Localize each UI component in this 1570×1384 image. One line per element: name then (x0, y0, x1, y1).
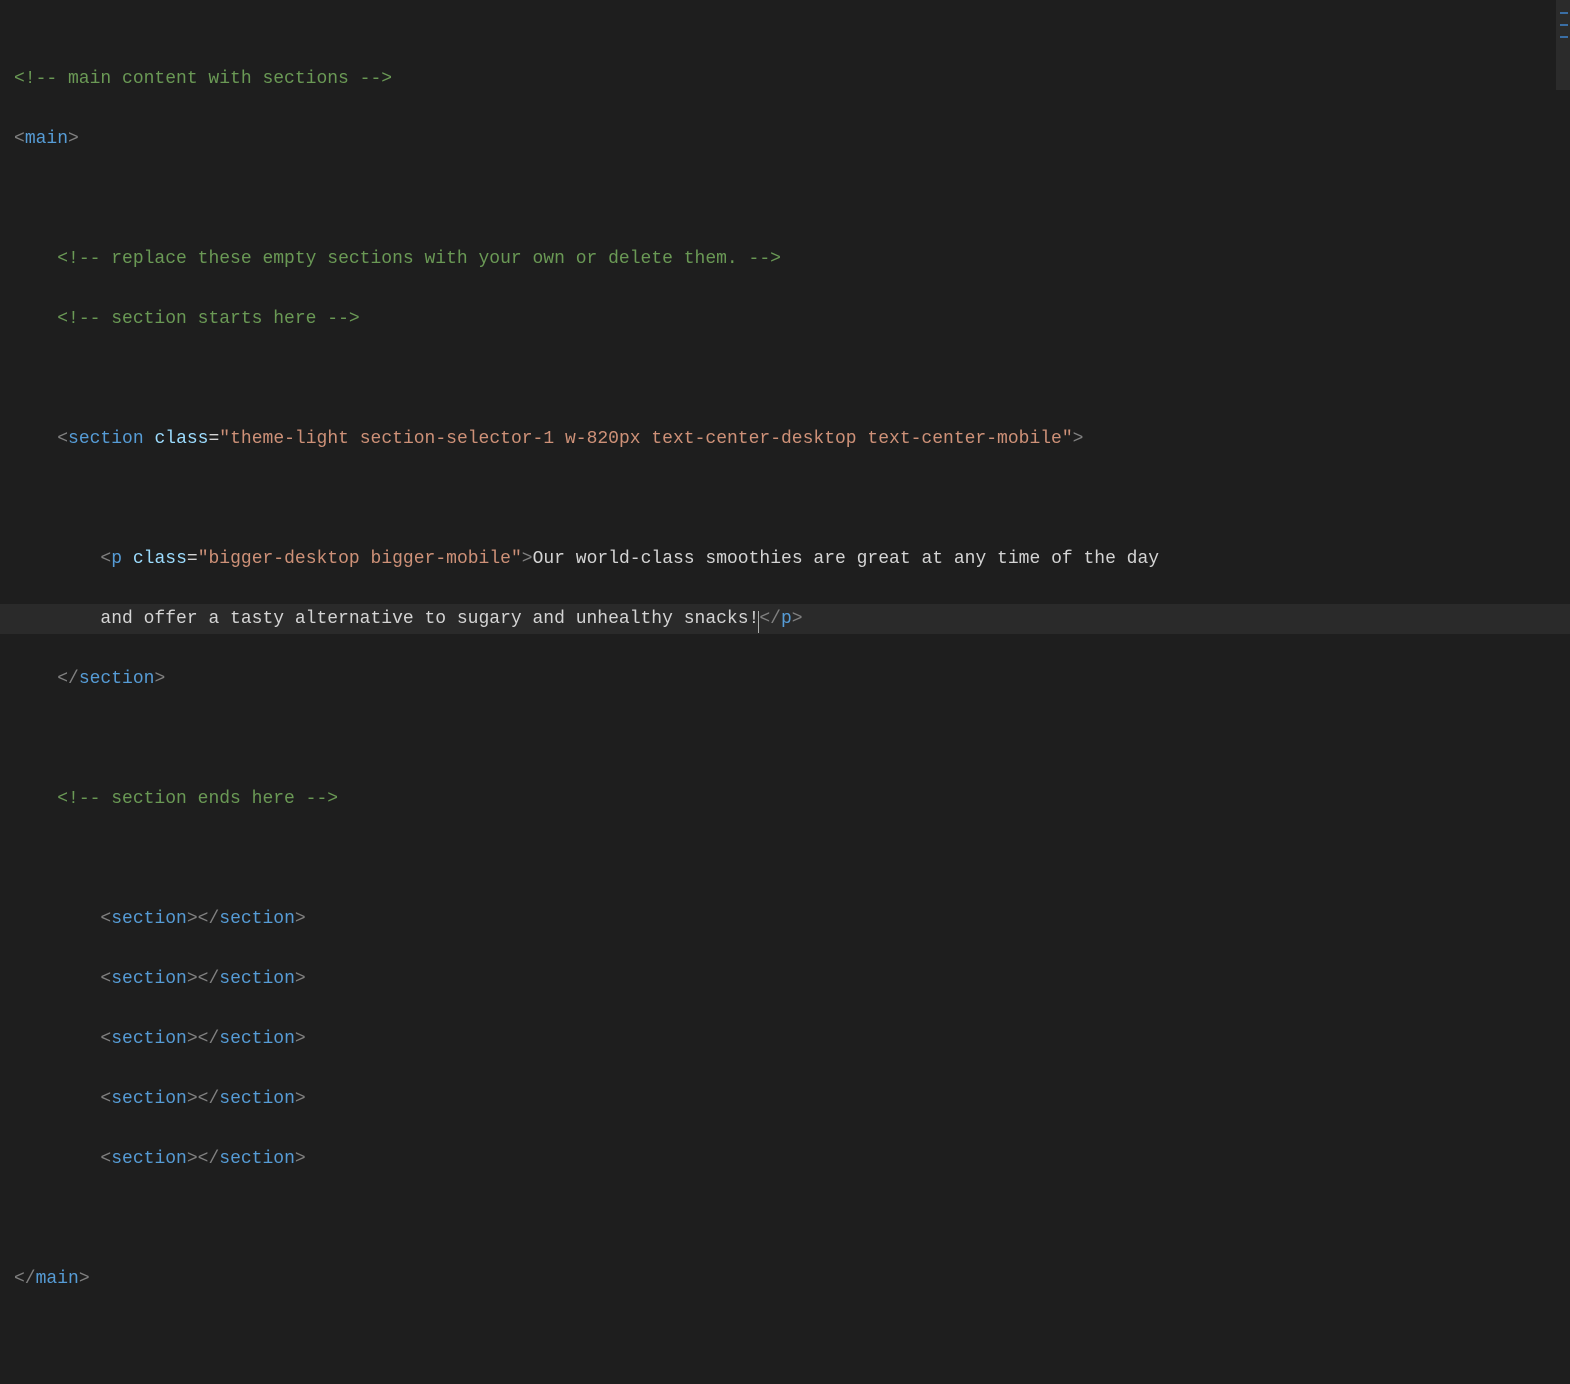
code-line[interactable]: <section></section> (0, 1024, 1570, 1054)
html-comment: <!-- section ends here --> (57, 789, 338, 809)
code-line[interactable]: <!-- replace these empty sections with y… (0, 244, 1570, 274)
code-line[interactable]: <section></section> (0, 964, 1570, 994)
html-comment: <!-- section starts here --> (57, 309, 359, 329)
code-editor[interactable]: <!-- main content with sections --> <mai… (0, 0, 1570, 698)
code-line-active[interactable]: and offer a tasty alternative to sugary … (0, 604, 1570, 634)
html-comment: <!-- replace these empty sections with y… (57, 249, 781, 269)
code-line[interactable] (0, 724, 1570, 754)
code-line[interactable]: <main> (0, 124, 1570, 154)
code-line[interactable]: <!-- section ends here --> (0, 784, 1570, 814)
code-line[interactable] (0, 364, 1570, 394)
code-line[interactable] (0, 1204, 1570, 1234)
code-line[interactable] (0, 844, 1570, 874)
code-line[interactable]: </section> (0, 664, 1570, 694)
text-cursor (758, 611, 759, 633)
minimap-marker (1560, 24, 1568, 26)
code-line[interactable]: <section></section> (0, 1084, 1570, 1114)
code-line[interactable]: <section></section> (0, 904, 1570, 934)
html-comment: <!-- main content with sections --> (14, 69, 392, 89)
minimap-marker (1560, 12, 1568, 14)
code-line[interactable]: <section></section> (0, 1144, 1570, 1174)
code-line[interactable]: </main> (0, 1264, 1570, 1294)
minimap[interactable] (1556, 0, 1570, 698)
code-line[interactable] (0, 484, 1570, 514)
code-line[interactable]: <!-- section starts here --> (0, 304, 1570, 334)
code-line[interactable]: <section class="theme-light section-sele… (0, 424, 1570, 454)
code-line[interactable] (0, 184, 1570, 214)
code-line[interactable]: <p class="bigger-desktop bigger-mobile">… (0, 544, 1570, 574)
minimap-marker (1560, 36, 1568, 38)
code-line[interactable]: <!-- main content with sections --> (0, 64, 1570, 94)
